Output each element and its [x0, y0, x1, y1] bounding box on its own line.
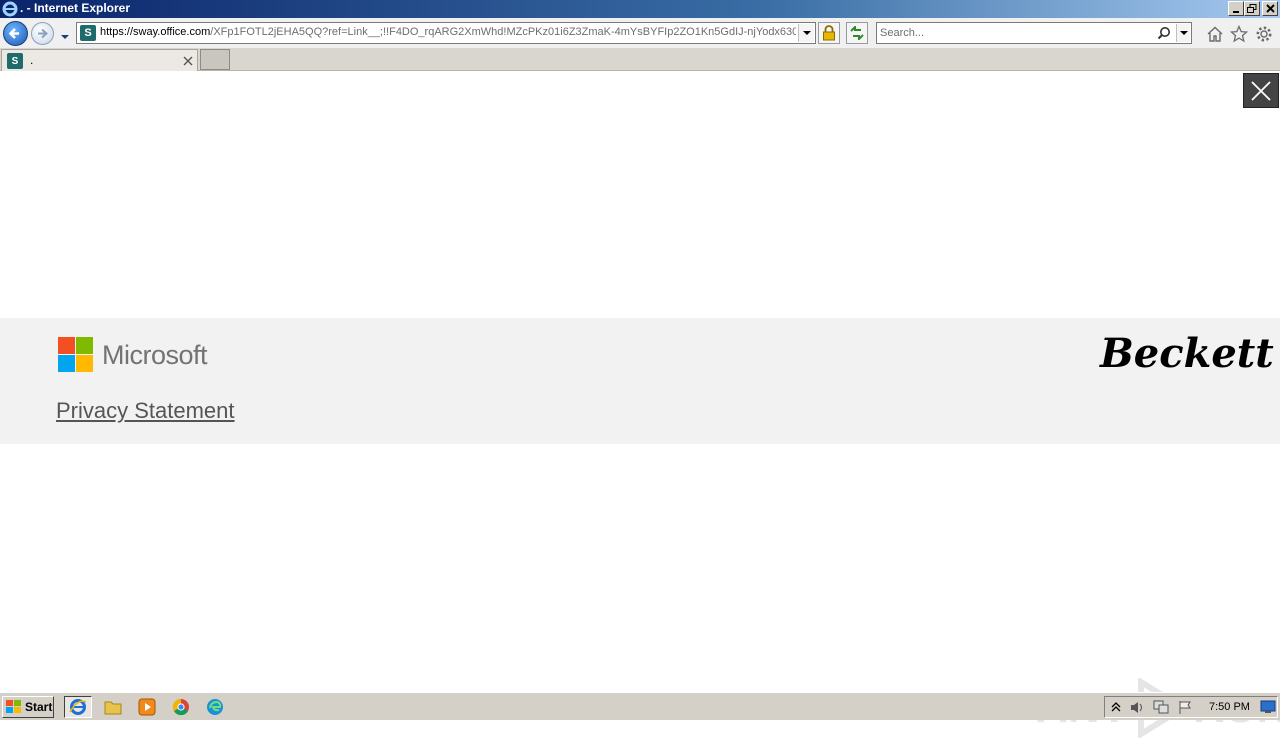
lock-icon: [823, 25, 835, 41]
page-footer: Microsoft Privacy Statement Beckett: [0, 318, 1280, 444]
page-content: Microsoft Privacy Statement Beckett ANY …: [0, 71, 1280, 738]
url-prefix: https://sway.: [100, 26, 161, 38]
navigation-bar: S https://sway.office.com/XFp1FOTL2jEHA5…: [0, 18, 1280, 48]
search-icon[interactable]: [1157, 26, 1171, 40]
folder-icon: [104, 701, 122, 715]
action-center-flag-icon[interactable]: [1177, 700, 1193, 715]
show-desktop-icon[interactable]: [1260, 700, 1276, 714]
beckett-logo: Beckett: [1100, 330, 1274, 377]
tab-bar: S .: [0, 48, 1280, 71]
volume-icon[interactable]: [1129, 700, 1145, 715]
windows-flag-icon: [6, 700, 21, 713]
restore-icon: [1247, 3, 1257, 13]
taskbar-chrome[interactable]: [167, 696, 195, 718]
taskbar: Start 7:50 PM: [0, 692, 1280, 720]
taskbar-file-explorer[interactable]: [99, 696, 127, 718]
window-title: . - Internet Explorer: [20, 1, 131, 15]
network-icon[interactable]: [1153, 700, 1169, 715]
restore-button[interactable]: [1244, 1, 1260, 16]
sway-favicon-icon: S: [7, 53, 23, 69]
chevron-down-icon: [61, 35, 69, 39]
close-icon: [1251, 80, 1271, 101]
microsoft-logo-red-square: [58, 337, 75, 354]
microsoft-logo[interactable]: Microsoft: [58, 337, 228, 373]
edge-icon: [207, 699, 223, 715]
microsoft-logo-green-square: [76, 337, 93, 354]
sway-favicon-icon: S: [80, 25, 96, 41]
close-window-button[interactable]: [1262, 1, 1278, 16]
search-box[interactable]: [876, 22, 1192, 44]
forward-button[interactable]: [31, 22, 54, 45]
show-hidden-icons-icon[interactable]: [1111, 701, 1121, 713]
internet-explorer-icon: [2, 1, 18, 17]
recent-pages-dropdown[interactable]: [58, 28, 72, 40]
system-tray: 7:50 PM: [1104, 696, 1278, 718]
tab-label: .: [30, 53, 34, 67]
back-arrow-icon: [8, 28, 19, 39]
home-icon[interactable]: [1206, 25, 1224, 43]
microsoft-logo-blue-square: [58, 355, 75, 372]
back-button[interactable]: [3, 21, 28, 46]
minimize-button[interactable]: [1228, 1, 1244, 16]
taskbar-media-player[interactable]: [133, 696, 161, 718]
tab-sway[interactable]: S .: [1, 49, 198, 71]
internet-explorer-icon: [69, 699, 87, 715]
forward-arrow-icon: [38, 28, 49, 39]
title-bar: . - Internet Explorer: [0, 0, 1280, 18]
minimize-icon: [1233, 10, 1239, 13]
media-player-icon: [138, 698, 156, 716]
chevron-down-icon: [802, 31, 811, 35]
gear-icon[interactable]: [1255, 25, 1273, 43]
address-url[interactable]: https://sway.office.com/XFp1FOTL2jEHA5QQ…: [100, 26, 796, 38]
new-tab-button[interactable]: [200, 49, 230, 70]
overlay-close-button[interactable]: [1243, 73, 1279, 108]
address-dropdown-button[interactable]: [798, 24, 814, 42]
security-lock-button[interactable]: [818, 22, 840, 44]
url-domain: office.com: [160, 26, 211, 38]
refresh-icon: [850, 26, 864, 40]
url-rest: /XFp1FOTL2jEHA5QQ?ref=Link__;!!F4DO_rqAR…: [210, 26, 796, 38]
start-label: Start: [25, 700, 53, 714]
chrome-icon: [172, 698, 189, 716]
start-button[interactable]: Start: [2, 696, 54, 718]
microsoft-logo-yellow-square: [76, 355, 93, 372]
privacy-statement-link[interactable]: Privacy Statement: [56, 398, 235, 424]
close-icon: [1265, 4, 1275, 13]
chevron-down-icon: [1179, 31, 1188, 35]
favorites-star-icon[interactable]: [1230, 25, 1248, 43]
microsoft-wordmark: Microsoft: [102, 340, 208, 370]
clock[interactable]: 7:50 PM: [1209, 701, 1250, 713]
taskbar-internet-explorer[interactable]: [64, 696, 92, 718]
close-tab-button[interactable]: [183, 52, 193, 70]
close-icon: [183, 56, 193, 66]
search-dropdown-button[interactable]: [1176, 24, 1190, 42]
address-bar[interactable]: S https://sway.office.com/XFp1FOTL2jEHA5…: [76, 22, 816, 44]
taskbar-edge[interactable]: [201, 696, 229, 718]
refresh-button[interactable]: [846, 22, 868, 44]
search-input[interactable]: [880, 25, 1150, 41]
